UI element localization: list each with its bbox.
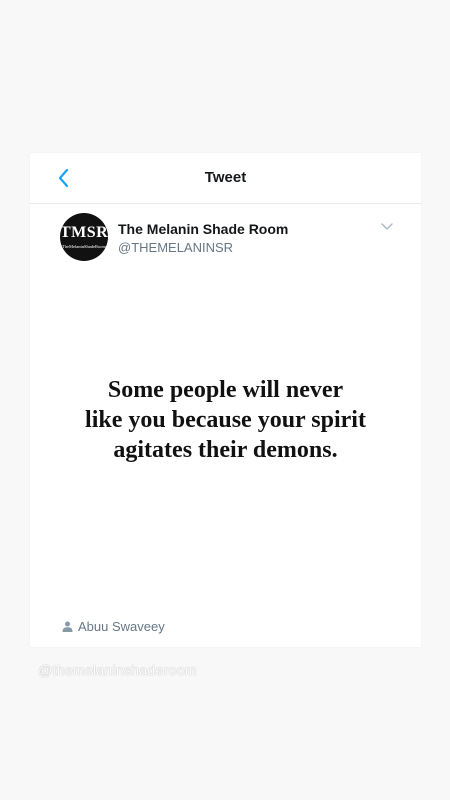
- chevron-down-icon[interactable]: [381, 223, 393, 231]
- watermark: @themelaninshaderoom: [38, 662, 197, 678]
- quote-line: like you because your spirit: [85, 407, 366, 433]
- account-name[interactable]: The Melanin Shade Room: [118, 221, 288, 237]
- quote-line: Some people will never: [107, 377, 344, 403]
- quote-image-text: Some people will never like you because …: [30, 375, 421, 465]
- tweet-header-bar: Tweet: [30, 153, 421, 204]
- author-credit: Abuu Swaveey: [62, 619, 165, 634]
- page-title: Tweet: [204, 169, 247, 186]
- quote-line: agitates their demons.: [113, 437, 338, 463]
- author-name: Abuu Swaveey: [78, 619, 165, 634]
- account-handle[interactable]: @THEMELANINSR: [118, 240, 233, 255]
- person-icon: [62, 621, 73, 632]
- avatar[interactable]: TMSR TheMelaninShadeRoom: [60, 213, 108, 261]
- avatar-logo-text: TMSR: [60, 224, 108, 241]
- tweet-card: Tweet TMSR TheMelaninShadeRoom The Melan…: [30, 153, 421, 647]
- avatar-logo-subtext: TheMelaninShadeRoom: [62, 244, 106, 249]
